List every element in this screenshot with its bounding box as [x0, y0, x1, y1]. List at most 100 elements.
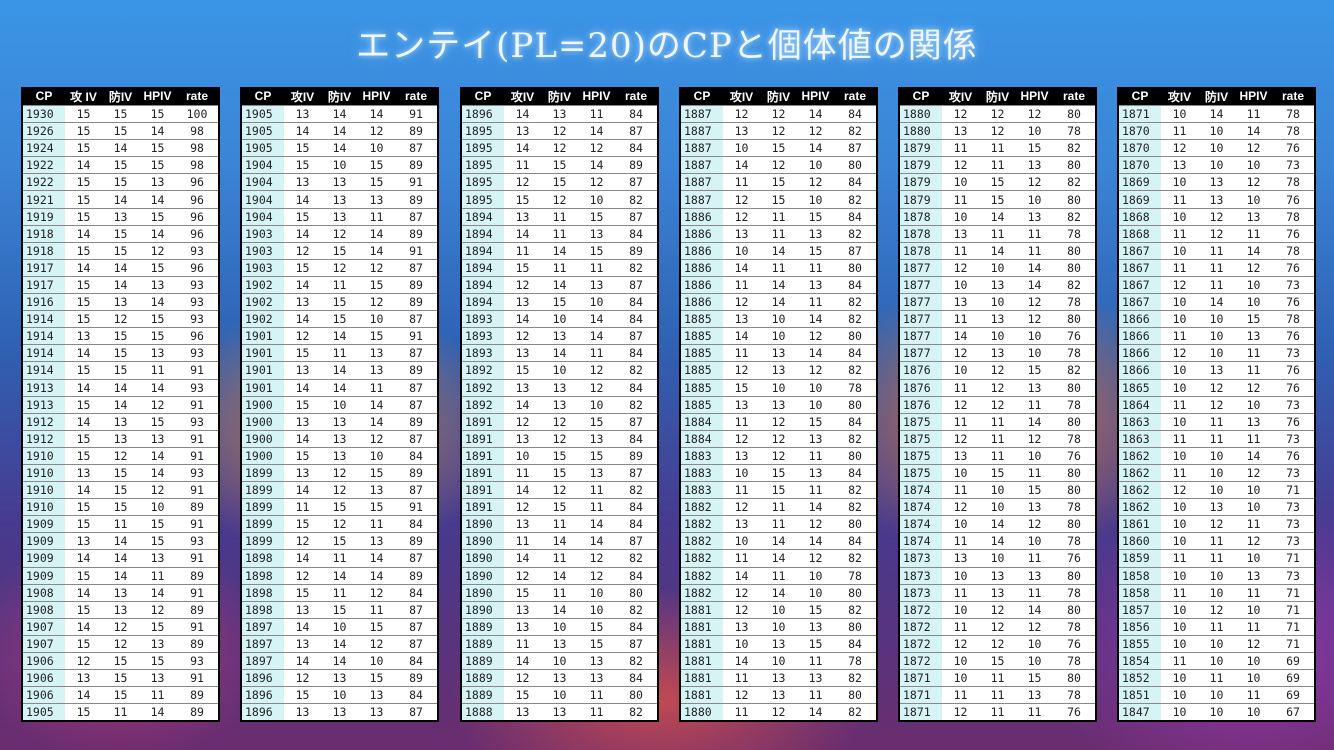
- table-cell: 10: [589, 602, 604, 617]
- table-cell: 12: [990, 380, 1005, 395]
- table-cell: 82: [1067, 141, 1081, 156]
- table-cell: 1877: [900, 345, 942, 362]
- table-cell: 11: [953, 483, 968, 498]
- table-row: 1895 12 15 12 87: [462, 173, 657, 191]
- table-cell: 93: [190, 277, 204, 292]
- table-cell: 13: [515, 124, 530, 139]
- table-cell: 13: [113, 602, 128, 617]
- table-cell: 14: [808, 141, 823, 156]
- column-header: rate: [843, 89, 866, 103]
- table-cell: 10: [552, 312, 567, 327]
- table-row: 1890 13 14 10 82: [462, 600, 657, 618]
- table-cell: 10: [1027, 636, 1042, 651]
- iv-table-5: CP 攻IV 防IV HPIV rate 1880 12 12 12 80 1880 13 12 10 78…: [898, 87, 1097, 723]
- table-cell: 14: [589, 124, 604, 139]
- table-row: 1905 15 11 14 89: [23, 703, 218, 721]
- table-row: 1892 13 13 12 84: [462, 378, 657, 396]
- table-cell: 1899: [242, 533, 284, 550]
- table-cell: 15: [76, 312, 91, 327]
- table-row: 1917 14 14 15 96: [23, 258, 218, 276]
- table-row: 1877 12 10 14 80: [900, 258, 1095, 276]
- table-cell: 1852: [1119, 670, 1161, 687]
- table-cell: 14: [113, 380, 128, 395]
- table-cell: 1876: [900, 362, 942, 379]
- table-cell: 84: [629, 568, 643, 583]
- table-cell: 84: [848, 466, 862, 481]
- table-cell: 1871: [1119, 106, 1161, 123]
- table-cell: 80: [848, 329, 862, 344]
- table-cell: 10: [1172, 414, 1187, 429]
- table-cell: 13: [295, 363, 310, 378]
- table-cell: 15: [76, 141, 91, 156]
- table-cell: 1858: [1119, 567, 1161, 584]
- table-cell: 10: [990, 260, 1005, 275]
- table-cell: 1871: [900, 704, 942, 721]
- table-cell: 15: [150, 312, 165, 327]
- table-cell: 11: [953, 243, 968, 258]
- table-cell: 13: [113, 295, 128, 310]
- column-header: 防IV: [1204, 89, 1229, 104]
- table-cell: 82: [629, 705, 643, 720]
- table-cell: 10: [552, 654, 567, 669]
- table-cell: 14: [332, 141, 347, 156]
- table-cell: 11: [1172, 585, 1187, 600]
- table-cell: 1876: [900, 396, 942, 413]
- table-cell: 13: [515, 209, 530, 224]
- table-cell: 1874: [900, 482, 942, 499]
- table-cell: 1891: [462, 447, 504, 464]
- table-cell: 1867: [1119, 242, 1161, 259]
- table-cell: 1870: [1119, 157, 1161, 174]
- table-row: 1894 13 11 15 87: [462, 207, 657, 225]
- table-row: 1895 15 12 10 82: [462, 190, 657, 208]
- table-cell: 1894: [462, 259, 504, 276]
- table-cell: 10: [771, 602, 786, 617]
- table-cell: 11: [734, 551, 749, 566]
- table-cell: 13: [808, 431, 823, 446]
- table-cell: 1879: [900, 191, 942, 208]
- table-cell: 14: [113, 192, 128, 207]
- table-cell: 78: [1286, 312, 1300, 327]
- table-cell: 11: [552, 260, 567, 275]
- table-cell: 13: [734, 312, 749, 327]
- table-cell: 13: [150, 175, 165, 190]
- table-cell: 80: [1067, 158, 1081, 173]
- table-cell: 73: [1286, 277, 1300, 292]
- table-cell: 11: [1209, 414, 1224, 429]
- table-row: 1861 10 12 11 73: [1119, 515, 1314, 533]
- table-row: 1875 10 15 11 80: [900, 463, 1095, 482]
- table-cell: 91: [190, 483, 204, 498]
- table-cell: 12: [953, 260, 968, 275]
- table-cell: 12: [953, 346, 968, 361]
- table-row: 1900 15 10 14 87: [242, 395, 437, 413]
- table-cell: 13: [771, 397, 786, 412]
- table-row: 1887 10 15 14 87: [681, 139, 876, 157]
- table-row: 1876 12 12 11 78: [900, 395, 1095, 413]
- table-cell: 14: [734, 329, 749, 344]
- table-cell: 1870: [1119, 123, 1161, 140]
- table-row: 1909 14 14 13 91: [23, 549, 218, 567]
- table-cell: 12: [552, 483, 567, 498]
- table-cell: 78: [848, 568, 862, 583]
- table-cell: 11: [1209, 277, 1224, 292]
- table-row: 1898 15 11 12 84: [242, 583, 437, 601]
- table-cell: 67: [1286, 705, 1300, 720]
- table-cell: 1893: [462, 345, 504, 362]
- table-cell: 14: [295, 277, 310, 292]
- table-cell: 82: [848, 671, 862, 686]
- table-cell: 14: [369, 243, 384, 258]
- table-cell: 1874: [900, 533, 942, 550]
- table-cell: 1903: [242, 259, 284, 276]
- table-cell: 14: [734, 260, 749, 275]
- table-row: 1872 12 12 10 76: [900, 634, 1095, 652]
- table-row: 1899 14 12 13 87: [242, 481, 437, 499]
- table-cell: 15: [734, 380, 749, 395]
- table-row: 1868 11 12 11 76: [1119, 224, 1314, 242]
- table-cell: 80: [1067, 602, 1081, 617]
- table-cell: 14: [332, 363, 347, 378]
- table-cell: 13: [1209, 500, 1224, 515]
- table-cell: 15: [76, 448, 91, 463]
- table-cell: 10: [369, 312, 384, 327]
- table-cell: 1857: [1119, 601, 1161, 618]
- table-cell: 78: [1067, 500, 1081, 515]
- table-cell: 15: [771, 466, 786, 481]
